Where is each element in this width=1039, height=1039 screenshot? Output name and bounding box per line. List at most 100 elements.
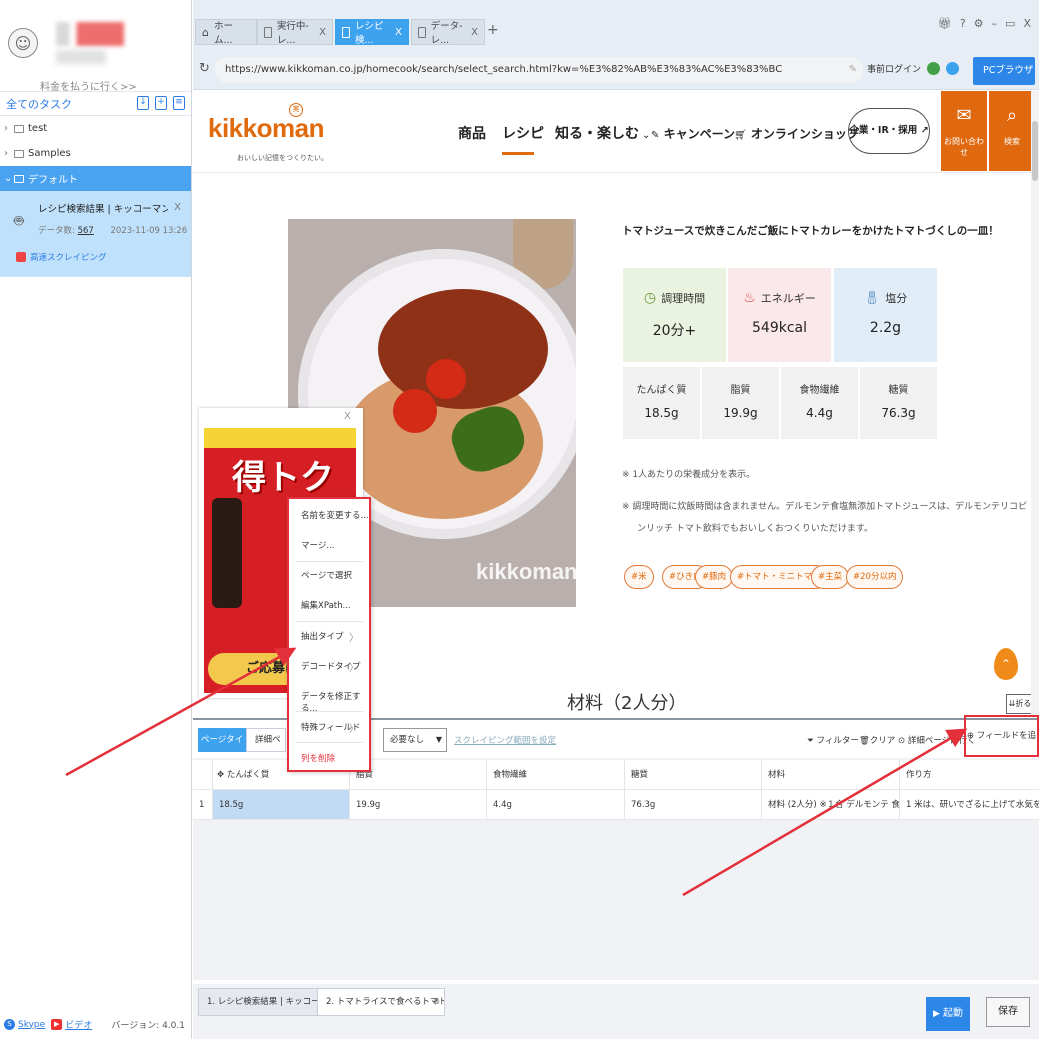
task-step-tab-2[interactable]: 2. トマトライスで食べるトマトカ... ⊗	[317, 988, 445, 1016]
data-count[interactable]: 567	[78, 226, 94, 236]
menu-extract-type[interactable]: 抽出タイプ	[301, 630, 344, 642]
kikkoman-logo[interactable]: kikkoman	[208, 113, 324, 144]
new-task-icon[interactable]: +	[155, 96, 167, 110]
maximize-icon[interactable]: ▭	[1005, 17, 1015, 30]
table-cell[interactable]: 76.3g	[625, 790, 762, 819]
help-icon[interactable]: ?	[960, 17, 966, 30]
menu-select-in-page[interactable]: ページで選択	[301, 569, 352, 581]
scrollbar-thumb[interactable]	[1032, 121, 1038, 181]
contact-button[interactable]: ✉ お問い合わせ	[941, 91, 987, 171]
clear-button[interactable]: 🗑︎クリア	[859, 734, 895, 746]
tab-home[interactable]: ⌂ ホーム...	[195, 19, 257, 46]
nav-online-shop[interactable]: 🛒︎ オンラインショップ	[734, 125, 859, 142]
cloud-scrape-link[interactable]: 高速スクレイピング	[16, 251, 107, 263]
settings-icon[interactable]: ⚙	[974, 17, 984, 30]
new-tab-button[interactable]: +	[487, 22, 499, 38]
page-icon	[264, 26, 272, 38]
tag-main-dish[interactable]: #主菜	[811, 565, 850, 589]
nav-learn[interactable]: 知る・楽しむ ⌄	[555, 123, 650, 143]
menu-edit-xpath[interactable]: 編集XPath...	[301, 599, 351, 611]
table-cell[interactable]: 材料 (2人分) ※１合 デルモンテ 食塩...	[762, 790, 900, 819]
photo-watermark: kikkoman	[476, 559, 576, 584]
gift-icon[interactable]: 🎁︎	[938, 17, 952, 30]
nutrition-value-selected[interactable]: 18.5g	[644, 406, 678, 420]
mail-icon: ✉	[956, 105, 972, 126]
cloud-icon	[16, 252, 26, 262]
edit-icon[interactable]: ✎	[849, 57, 857, 83]
page-type-select[interactable]: 必要なし ▼	[383, 728, 447, 752]
menu-delete-column[interactable]: 列を削除	[301, 752, 335, 764]
skype-icon: S	[4, 1019, 15, 1030]
save-button[interactable]: 保存	[986, 997, 1030, 1027]
table-cell-selected[interactable]: 18.5g	[213, 790, 350, 819]
column-header[interactable]: 材料	[762, 760, 900, 789]
page-type-button[interactable]: ページタイプ	[198, 728, 246, 769]
tag-pork[interactable]: #豚肉	[695, 565, 734, 589]
menu-merge[interactable]: マージ...	[301, 539, 334, 551]
start-button[interactable]: ▶ 起動	[926, 997, 970, 1031]
column-header[interactable]: 食物繊維	[487, 760, 625, 789]
task-card[interactable]: 🤖︎ レシピ検索結果 | キッコーマン株式会社-ス... X データ数: 567…	[0, 191, 191, 277]
column-header[interactable]: 糖質	[625, 760, 762, 789]
pc-browser-dropdown[interactable]: PCブラウザ ▾	[973, 57, 1035, 103]
close-icon[interactable]: X	[174, 202, 181, 213]
task-step-tab-1[interactable]: 1. レシピ検索結果 | キッコーマン...	[198, 988, 318, 1016]
tab-running[interactable]: 実行中-レ... X	[257, 19, 333, 46]
table-cell[interactable]: 19.9g	[350, 790, 487, 819]
scroll-top-button[interactable]: ⌃	[994, 648, 1022, 686]
folder-icon	[14, 124, 24, 133]
site-header: kikkoman 実 おいしい記憶をつくりたい。 商品 レシピ 知る・楽しむ ⌄ …	[193, 91, 1035, 173]
minimize-icon[interactable]: –	[992, 17, 998, 30]
account-icon[interactable]	[946, 62, 960, 75]
extension-icon[interactable]	[927, 62, 941, 75]
nav-recipe[interactable]: レシピ	[502, 123, 544, 143]
search-button[interactable]: ⌕ 検索	[989, 91, 1035, 171]
close-icon[interactable]: X	[471, 27, 478, 38]
tree-folder-samples[interactable]: › Samples	[0, 141, 191, 166]
page-scrollbar[interactable]	[1031, 91, 1039, 717]
address-bar[interactable]: https://www.kikkoman.co.jp/homecook/sear…	[215, 57, 863, 83]
table-cell[interactable]: 4.4g	[487, 790, 625, 819]
task-title[interactable]: レシピ検索結果 | キッコーマン株式会社-ス...	[38, 201, 168, 215]
video-link[interactable]: ビデオ	[65, 1018, 92, 1031]
corporate-button[interactable]: 企業・IR・採用 ↗	[848, 108, 930, 154]
fold-button[interactable]: ⇊折る	[1006, 694, 1034, 714]
menu-rename[interactable]: 名前を変更する...	[301, 509, 369, 521]
skype-link[interactable]: Skype	[18, 1020, 45, 1030]
nav-products[interactable]: 商品	[458, 123, 486, 143]
nutrition-label: たんぱく質	[636, 385, 687, 396]
tab-recipe-search[interactable]: レシピ検... X	[335, 19, 409, 46]
pay-link[interactable]: 料金を払うに行く>>	[40, 78, 137, 93]
all-tasks-label[interactable]: 全てのタスク	[6, 96, 72, 112]
table-cell[interactable]: 1 米は、研いでざるに上げて水気をきり、...	[900, 790, 1039, 819]
scrape-range-link[interactable]: スクレイピング範囲を設定	[454, 734, 556, 746]
detail-page-button[interactable]: 詳細ペー	[246, 728, 286, 767]
prelogin-button[interactable]: 事前ログイン	[867, 62, 921, 75]
nutrition-value: 4.4g	[806, 406, 833, 420]
close-icon[interactable]: X	[344, 411, 351, 422]
avatar[interactable]: ☺	[8, 28, 38, 58]
close-icon[interactable]: X	[395, 27, 402, 38]
tree-folder-test[interactable]: › test	[0, 116, 191, 141]
reload-icon[interactable]: ↻	[199, 61, 210, 76]
url-text: https://www.kikkoman.co.jp/homecook/sear…	[225, 64, 783, 75]
column-header[interactable]: 作り方	[900, 760, 1039, 789]
column-header-label: たんぱく質	[226, 770, 270, 780]
add-field-button[interactable]: ⊕ フィールドを追加	[964, 715, 1039, 779]
tag-20min[interactable]: #20分以内	[846, 565, 904, 589]
export-icon[interactable]: ≡	[173, 96, 185, 110]
salt-icon: 🧂︎	[863, 290, 881, 306]
nav-campaign[interactable]: ✎ キャンペーン	[651, 125, 735, 142]
filter-button[interactable]: ⏷ フィルター	[807, 734, 859, 746]
nutrition-label: 脂質	[730, 385, 751, 396]
close-icon[interactable]: ⊗	[433, 989, 440, 1015]
close-window-icon[interactable]: X	[1023, 17, 1031, 30]
plus-circle-icon: ⊕	[966, 731, 975, 741]
nutrition-value: 20分+	[652, 323, 697, 339]
import-icon[interactable]: ↓	[137, 96, 149, 110]
tab-label: レシピ検...	[354, 21, 384, 46]
close-icon[interactable]: X	[319, 27, 326, 38]
tree-folder-default[interactable]: ⌄ デフォルト	[0, 166, 191, 191]
tab-data[interactable]: データ-レ... X	[411, 19, 485, 46]
tag-rice[interactable]: #米	[624, 565, 654, 589]
